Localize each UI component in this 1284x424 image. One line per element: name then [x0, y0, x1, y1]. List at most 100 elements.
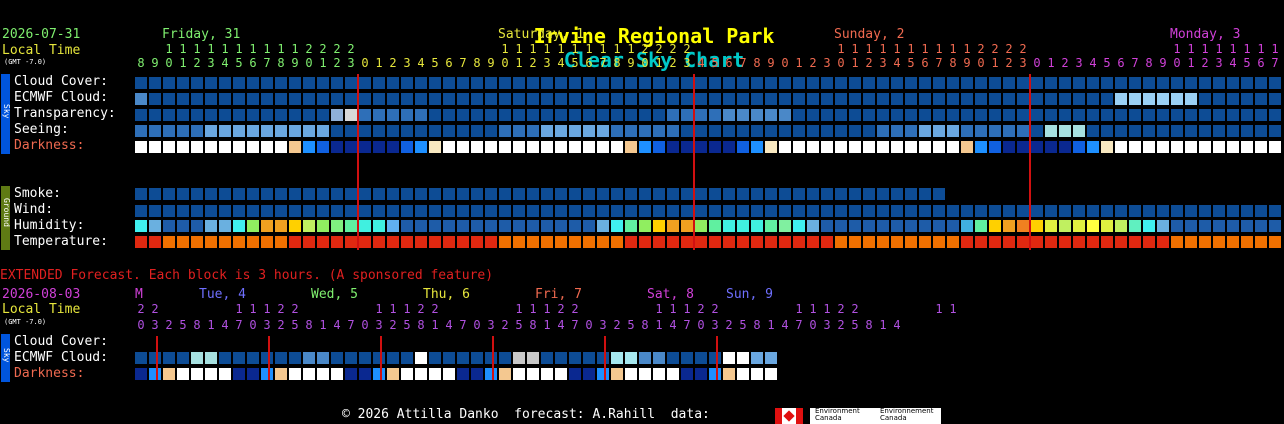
- darkness-cell: [1199, 141, 1211, 153]
- forecast-cell: [415, 93, 427, 105]
- ext-cloud-cell: [471, 352, 483, 364]
- forecast-cell: [485, 109, 497, 121]
- ext-cloud-cell: [485, 352, 497, 364]
- forecast-cell: [947, 77, 959, 89]
- darkness-cell: [681, 141, 693, 153]
- hour-ones-digit: 6: [1117, 56, 1125, 70]
- environment-canada-logo: Environment Canada Environnement Canada: [810, 408, 941, 424]
- ext-darkness-cell: [611, 368, 623, 380]
- forecast-cell: [1143, 93, 1155, 105]
- forecast-cell: [247, 77, 259, 89]
- hour-tens-digit: 2: [977, 42, 985, 56]
- forecast-cell: [765, 77, 777, 89]
- temperature-cell: [205, 236, 217, 248]
- forecast-cell: [527, 109, 539, 121]
- forecast-cell: [905, 205, 917, 217]
- forecast-cell: [737, 77, 749, 89]
- darkness-cell: [163, 141, 175, 153]
- forecast-cell: [821, 205, 833, 217]
- forecast-cell: [835, 205, 847, 217]
- humidity-cell: [345, 220, 357, 232]
- hour-ones-digit: 2: [1005, 56, 1013, 70]
- forecast-cell: [1059, 205, 1071, 217]
- forecast-cell: [961, 93, 973, 105]
- ext-hour-digit: 4: [333, 318, 341, 332]
- temperature-cell: [695, 236, 707, 248]
- forecast-cell: [807, 205, 819, 217]
- temperature-cell: [387, 236, 399, 248]
- hour-tens-digit: 1: [851, 42, 859, 56]
- forecast-cell: [723, 77, 735, 89]
- forecast-cell: [569, 205, 581, 217]
- forecast-cell: [877, 93, 889, 105]
- ext-local-time: Local Time: [2, 302, 81, 317]
- ext-day-label-6: Sat, 8: [647, 287, 694, 302]
- hour-ones-digit: 6: [445, 56, 453, 70]
- forecast-cell: [975, 109, 987, 121]
- hour-ones-digit: 2: [1201, 56, 1209, 70]
- hour-tens-digit: 1: [879, 42, 887, 56]
- forecast-cell: [205, 109, 217, 121]
- forecast-cell: [611, 93, 623, 105]
- smoke-cell: [331, 188, 343, 200]
- forecast-cell: [1269, 93, 1281, 105]
- forecast-cell: [1073, 125, 1085, 137]
- darkness-cell: [989, 141, 1001, 153]
- humidity-cell: [359, 220, 371, 232]
- temperature-cell: [1073, 236, 1085, 248]
- ext-hour-digit: 4: [669, 318, 677, 332]
- hour-ones-digit: 1: [655, 56, 663, 70]
- smoke-cell: [485, 188, 497, 200]
- ext-cloud-cell: [499, 352, 511, 364]
- humidity-cell: [709, 220, 721, 232]
- forecast-cell: [1129, 77, 1141, 89]
- ext-midnight-line: [492, 336, 494, 380]
- temperature-cell: [233, 236, 245, 248]
- ext-hour-digit: 0: [249, 318, 257, 332]
- ext-darkness-cell: [331, 368, 343, 380]
- ext-cloud-cell: [191, 352, 203, 364]
- forecast-cell: [275, 109, 287, 121]
- ext-darkness-cell: [415, 368, 427, 380]
- forecast-cell: [219, 125, 231, 137]
- smoke-cell: [919, 188, 931, 200]
- humidity-cell: [569, 220, 581, 232]
- hour-ones-digit: 8: [277, 56, 285, 70]
- forecast-cell: [457, 205, 469, 217]
- forecast-cell: [877, 109, 889, 121]
- forecast-cell: [1227, 109, 1239, 121]
- forecast-cell: [793, 205, 805, 217]
- temperature-cell: [429, 236, 441, 248]
- forecast-cell: [471, 109, 483, 121]
- forecast-cell: [877, 77, 889, 89]
- humidity-cell: [163, 220, 175, 232]
- ext-hour-digit: 7: [235, 318, 243, 332]
- forecast-cell: [933, 109, 945, 121]
- forecast-cell: [1255, 205, 1267, 217]
- hour-ones-digit: 7: [459, 56, 467, 70]
- ext-hour-digit: 2: [417, 302, 425, 316]
- smoke-cell: [723, 188, 735, 200]
- forecast-cell: [779, 77, 791, 89]
- darkness-cell: [1073, 141, 1085, 153]
- humidity-cell: [737, 220, 749, 232]
- darkness-cell: [807, 141, 819, 153]
- temperature-cell: [1129, 236, 1141, 248]
- humidity-cell: [639, 220, 651, 232]
- smoke-cell: [443, 188, 455, 200]
- smoke-cell: [779, 188, 791, 200]
- forecast-cell: [723, 109, 735, 121]
- hour-tens-digit: 1: [613, 42, 621, 56]
- forecast-cell: [975, 77, 987, 89]
- ext-cloud-cell: [513, 352, 525, 364]
- forecast-cell: [1129, 125, 1141, 137]
- forecast-cell: [345, 77, 357, 89]
- ext-darkness-cell: [387, 368, 399, 380]
- forecast-cell: [947, 93, 959, 105]
- hour-tens-digit: 1: [1229, 42, 1237, 56]
- forecast-cell: [1115, 125, 1127, 137]
- darkness-cell: [359, 141, 371, 153]
- temperature-cell: [737, 236, 749, 248]
- ext-darkness-cell: [695, 368, 707, 380]
- darkness-cell: [667, 141, 679, 153]
